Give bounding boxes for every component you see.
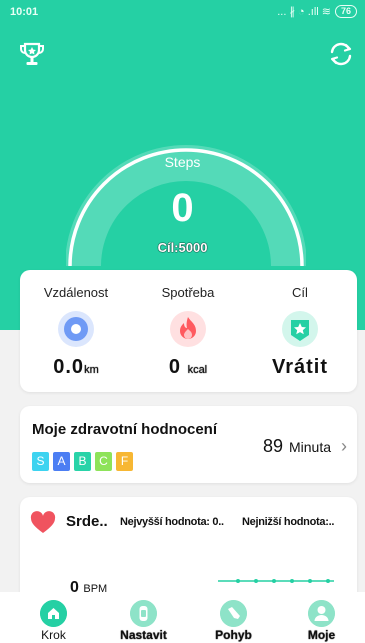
status-time: 10:01 bbox=[10, 6, 39, 18]
stat-goal[interactable]: Cíl Vrátit bbox=[244, 270, 356, 392]
steps-value: 0 bbox=[171, 186, 194, 230]
watch-icon bbox=[130, 600, 157, 627]
nav-item-moje[interactable]: Moje bbox=[276, 592, 365, 643]
grade-badge: S bbox=[32, 452, 49, 471]
nav-item-krok[interactable]: Krok bbox=[8, 592, 99, 643]
stats-card: Vzdálenost 0.0km Spotřeba 0 kcal Cíl Vrá… bbox=[20, 270, 357, 392]
stat-label: Vzdálenost bbox=[43, 285, 109, 300]
health-score: 89 Minuta › bbox=[263, 436, 347, 457]
location-icon bbox=[58, 311, 94, 347]
steps-goal: Cíl:5000 bbox=[157, 240, 208, 255]
battery-icon: 76 bbox=[335, 5, 357, 18]
grade-scale: S A B C F bbox=[32, 452, 133, 471]
chevron-right-icon: › bbox=[341, 436, 347, 456]
heart-max-value: Nejvyšší hodnota: 0.. bbox=[120, 516, 224, 528]
heart-title: Srde.. bbox=[66, 513, 108, 530]
stat-unit: kcal bbox=[187, 364, 208, 376]
grade-badge: B bbox=[74, 452, 91, 471]
star-badge-icon bbox=[282, 311, 318, 347]
grade-badge: F bbox=[116, 452, 133, 471]
stat-label: Spotřeba bbox=[161, 285, 215, 300]
nav-label: Moje bbox=[307, 628, 336, 642]
bottom-nav: Krok Nastavit Pohyb Moje bbox=[0, 592, 365, 643]
status-icons: ... ∦ ◔ .ıll ≋ 76 bbox=[277, 5, 357, 18]
status-indicators: ... ∦ ◔ .ıll ≋ bbox=[277, 6, 331, 18]
nav-label: Pohyb bbox=[215, 628, 252, 642]
health-value: 89 bbox=[262, 436, 283, 456]
person-icon bbox=[308, 600, 335, 627]
nav-label: Krok bbox=[41, 628, 66, 642]
grade-badge: C bbox=[95, 452, 112, 471]
health-unit: Minuta bbox=[288, 439, 331, 455]
heart-min-value: Nejnižší hodnota:.. bbox=[242, 516, 335, 528]
stat-distance[interactable]: Vzdálenost 0.0km bbox=[20, 270, 132, 392]
stat-calories[interactable]: Spotřeba 0 kcal bbox=[132, 270, 244, 392]
heart-rate-card[interactable]: Srde.. Nejvyšší hodnota: 0.. Nejnižší ho… bbox=[20, 497, 357, 607]
heart-rate-sparkline bbox=[218, 579, 334, 583]
nav-item-nastavit[interactable]: Nastavit bbox=[98, 592, 189, 643]
trophy-icon[interactable] bbox=[18, 40, 46, 68]
stat-value: 0.0km bbox=[53, 356, 99, 378]
nav-item-pohyb[interactable]: Pohyb bbox=[188, 592, 279, 643]
home-icon bbox=[40, 600, 67, 627]
sync-icon[interactable] bbox=[327, 40, 355, 68]
nav-label: Nastavit bbox=[120, 628, 167, 642]
heart-icon bbox=[30, 511, 56, 533]
flame-icon bbox=[170, 311, 206, 347]
health-title: Moje zdravotní hodnocení bbox=[32, 421, 218, 438]
status-bar: 10:01 ... ∦ ◔ .ıll ≋ 76 bbox=[0, 0, 365, 26]
steps-label: Steps bbox=[164, 154, 201, 170]
stat-unit: km bbox=[84, 364, 99, 376]
grade-badge: A bbox=[53, 452, 70, 471]
stat-label: Cíl bbox=[292, 285, 308, 300]
stat-value: Vrátit bbox=[271, 356, 329, 378]
stat-value: 0 kcal bbox=[168, 356, 208, 378]
health-rating-card[interactable]: Moje zdravotní hodnocení S A B C F 89 Mi… bbox=[20, 406, 357, 483]
shoe-icon bbox=[220, 600, 247, 627]
